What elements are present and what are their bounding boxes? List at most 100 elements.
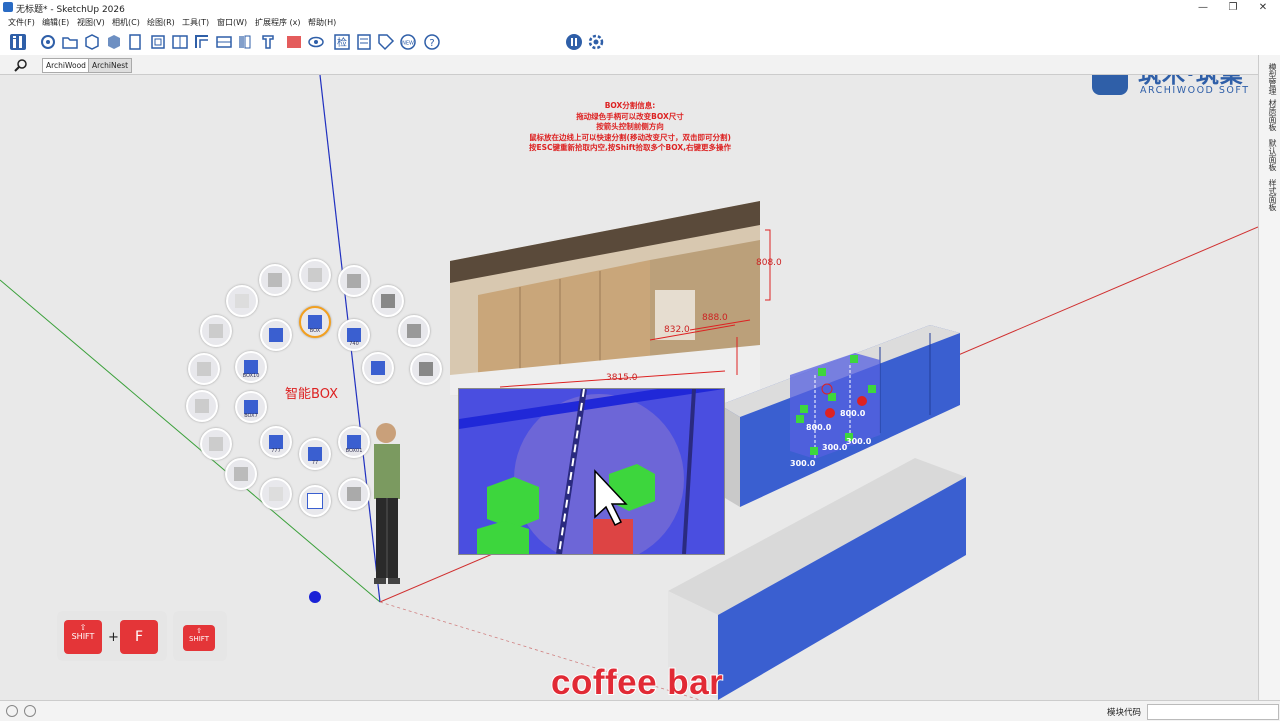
tab-row: ArchiWood ArchiNest [0,55,1258,75]
module-code-input[interactable] [1147,704,1279,720]
door-panel-icon[interactable] [126,32,146,52]
tray-tab-model[interactable]: 模型管理 [1262,63,1278,95]
wheel-item[interactable] [299,259,331,291]
shift-key-label: SHIFT [71,632,95,641]
tray-tab-default[interactable]: 默认面板 [1262,139,1278,171]
wheel-item[interactable] [225,458,257,490]
wheel-item[interactable]: 77 [299,438,331,470]
origin-dot [309,591,321,603]
wheel-item[interactable] [260,478,292,510]
box-dimension-label: 300.0 [822,443,848,452]
box-dimension-label: 300.0 [790,459,816,468]
menu-edit[interactable]: 编辑(E) [42,17,69,28]
f-key: F [120,620,158,654]
archiwood-brand: 筑木·筑巢 ARCHIWOOD SOFT [1090,75,1255,97]
menu-help[interactable]: 帮助(H) [308,17,336,28]
svg-text:检: 检 [337,36,347,49]
shift-key: ⇧ SHIFT [64,620,102,654]
title-bar: 无标题* - SketchUp 2026 — ❐ ✕ [0,0,1280,15]
menu-bar: 文件(F) 编辑(E) 视图(V) 相机(C) 绘图(R) 工具(T) 窗口(W… [0,15,1280,29]
drawer-icon[interactable] [214,32,234,52]
tray-tab-material[interactable]: 材质面板 [1262,99,1278,131]
hint-line: 鼠标放在边线上可以快速分割(移动改变尺寸，双击即可分割) [529,132,731,142]
plugin-settings-icon[interactable] [586,32,606,52]
cabinet-icon[interactable] [104,32,124,52]
wheel-item[interactable] [372,285,404,317]
wheel-item[interactable] [260,319,292,351]
hint-line: 按ESC键重新拾取内空,按Shift拾取多个BOX,右键更多操作 [529,143,731,152]
geo-location-icon[interactable] [6,705,18,717]
eye-view-icon[interactable] [306,32,326,52]
split-icon[interactable] [170,32,190,52]
menu-window[interactable]: 窗口(W) [217,17,247,28]
dimension-label: 3815.0 [606,373,638,383]
wheel-item[interactable] [299,485,331,517]
minimize-button[interactable]: — [1188,0,1218,15]
wheel-item-box[interactable]: BOX [299,306,331,338]
wheel-item[interactable]: 740 [338,319,370,351]
menu-view[interactable]: 视图(V) [77,17,105,28]
maximize-button[interactable]: ❐ [1218,0,1248,15]
status-bar: 模块代码 [0,700,1280,721]
list-report-icon[interactable] [354,32,374,52]
tag-icon[interactable] [376,32,396,52]
wheel-item[interactable] [188,353,220,385]
wheel-item[interactable] [200,428,232,460]
info-icon[interactable] [24,705,36,717]
hint-line: 按箭头控制前侧方向 [596,122,664,131]
wheel-item[interactable] [398,315,430,347]
smart-box-label: 智能BOX [285,387,338,402]
frame-icon[interactable] [148,32,168,52]
zoom-inset-svg [459,389,724,554]
menu-file[interactable]: 文件(F) [8,17,35,28]
archiwood-round-icon[interactable] [564,32,584,52]
tray-tab-style[interactable]: 样式面板 [1262,179,1278,211]
settings-gear-icon[interactable] [38,32,58,52]
wheel-item[interactable]: BOX7 [235,391,267,423]
person-figure [374,423,400,584]
wheel-item[interactable] [410,353,442,385]
shift-key-small-label: SHIFT [189,635,209,643]
menu-draw[interactable]: 绘图(R) [147,17,175,28]
close-button[interactable]: ✕ [1248,0,1278,15]
menu-extensions[interactable]: 扩展程序 (x) [255,17,301,28]
box-dimension-label: 800.0 [840,409,866,418]
menu-camera[interactable]: 相机(C) [112,17,140,28]
plugin-toolbar: 检 NEW ? [0,29,1280,56]
wall-render-image [450,201,760,405]
board-stack-icon[interactable] [236,32,256,52]
wheel-item[interactable] [200,315,232,347]
hint-line: 拖动绿色手柄可以改变BOX尺寸 [576,111,684,121]
zoom-inset [458,388,725,555]
new-badge-icon[interactable]: NEW [398,32,418,52]
folder-icon[interactable] [60,32,80,52]
wheel-item[interactable]: BOX10 [235,351,267,383]
wheel-item[interactable]: 777 [260,426,292,458]
box-cube-icon[interactable] [82,32,102,52]
wheel-item[interactable] [226,285,258,317]
red-tool-icon[interactable] [284,32,304,52]
tab-archiwood[interactable]: ArchiWood [42,58,90,73]
check-icon[interactable]: 检 [332,32,352,52]
wheel-item[interactable] [338,265,370,297]
dimension-label: 832.0 [664,325,690,335]
help-icon[interactable]: ? [422,32,442,52]
window-title: 无标题* - SketchUp 2026 [16,5,125,15]
module-code-label: 模块代码 [1107,708,1142,718]
search-icon[interactable] [14,58,28,72]
tab-archinest[interactable]: ArchiNest [88,58,133,73]
hardware-icon[interactable] [258,32,278,52]
box-dimension-label: 800.0 [806,423,832,432]
right-tray: 模型管理 材质面板 默认面板 样式面板 [1258,55,1280,700]
model-viewport[interactable]: 筑木·筑巢 ARCHIWOOD SOFT BOX分割信息: 拖动绿色手柄可以改变… [0,75,1258,700]
video-subtitle: coffee bar [550,662,724,700]
wheel-item[interactable] [259,264,291,296]
wheel-item[interactable] [186,390,218,422]
menu-tools[interactable]: 工具(T) [182,17,209,28]
profile-icon[interactable] [192,32,212,52]
archiwood-logo [1092,75,1128,95]
archiwood-logo-icon[interactable] [8,32,28,52]
wheel-item[interactable] [362,352,394,384]
svg-text:NEW: NEW [402,41,414,47]
svg-text:?: ? [429,38,434,49]
